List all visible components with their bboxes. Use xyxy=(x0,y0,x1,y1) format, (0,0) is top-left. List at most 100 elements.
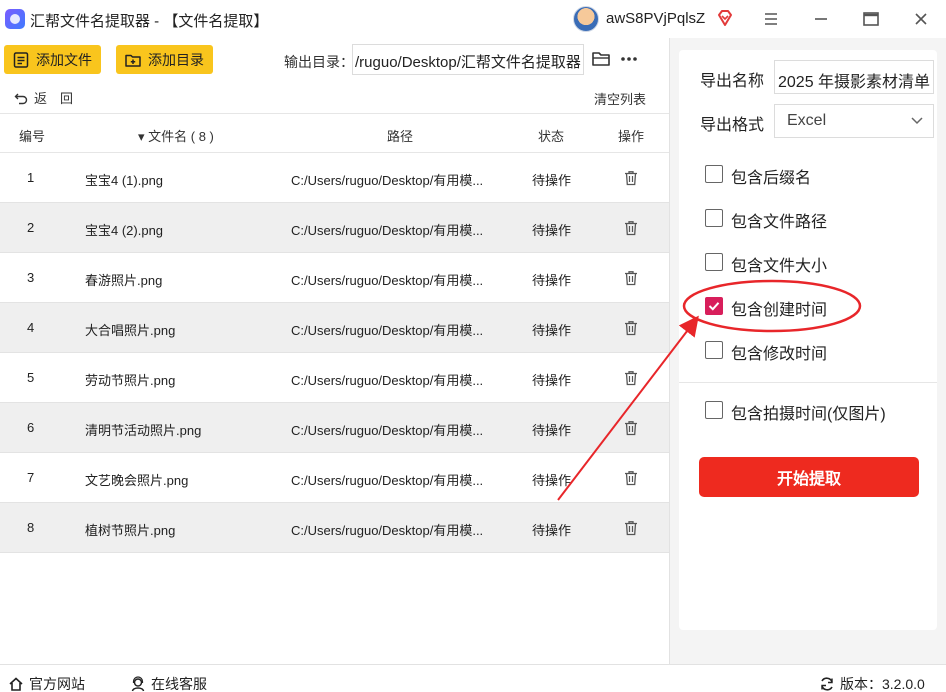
option-checkbox[interactable] xyxy=(705,297,723,315)
row-path: C:/Users/ruguo/Desktop/有用模... xyxy=(291,223,484,238)
title-bar: 汇帮文件名提取器 - 【文件名提取】 awS8PVjPqlsZ xyxy=(0,0,946,38)
row-filename: 宝宝4 (2).png xyxy=(85,223,164,238)
chevron-down-icon xyxy=(911,117,923,125)
back-label: 返 回 xyxy=(34,91,74,106)
row-index: 7 xyxy=(27,470,35,485)
folder-open-icon[interactable] xyxy=(591,50,611,68)
option-checkbox[interactable] xyxy=(705,341,723,359)
support-label: 在线客服 xyxy=(151,676,207,692)
clear-list-button[interactable]: 清空列表 xyxy=(594,89,646,108)
minimize-icon[interactable] xyxy=(808,6,834,32)
row-filename: 宝宝4 (1).png xyxy=(85,173,164,188)
row-index: 3 xyxy=(27,270,35,285)
table-row[interactable]: 7 文艺晚会照片.png C:/Users/ruguo/Desktop/有用模...… xyxy=(0,453,670,503)
header-filename[interactable]: ▾ 文件名 ( 8 ) xyxy=(138,126,214,145)
online-support-link[interactable]: 在线客服 xyxy=(130,674,207,692)
row-path: C:/Users/ruguo/Desktop/有用模... xyxy=(291,423,484,438)
table-row[interactable]: 5 劳动节照片.png C:/Users/ruguo/Desktop/有用模... 待… xyxy=(0,353,670,403)
table-row[interactable]: 3 春游照片.png C:/Users/ruguo/Desktop/有用模... 待操… xyxy=(0,253,670,303)
more-options-icon[interactable] xyxy=(620,52,638,66)
delete-icon[interactable] xyxy=(624,320,638,336)
header-action: 操作 xyxy=(618,129,645,144)
row-status: 待操作 xyxy=(532,323,572,338)
row-path: C:/Users/ruguo/Desktop/有用模... xyxy=(291,323,484,338)
file-list-icon xyxy=(13,51,29,68)
option-label[interactable]: 包含文件大小 xyxy=(731,252,827,276)
table-row[interactable]: 1 宝宝4 (1).png C:/Users/ruguo/Desktop/有用模..… xyxy=(0,153,670,203)
row-status: 待操作 xyxy=(532,473,572,488)
row-filename: 植树节照片.png xyxy=(85,523,176,538)
row-filename: 清明节活动照片.png xyxy=(85,423,202,438)
add-file-button[interactable]: 添加文件 xyxy=(4,45,101,74)
delete-icon[interactable] xyxy=(624,420,638,436)
table-row[interactable]: 6 清明节活动照片.png C:/Users/ruguo/Desktop/有用模..… xyxy=(0,403,670,453)
export-name-label: 导出名称 xyxy=(700,73,765,90)
table-row[interactable]: 4 大合唱照片.png C:/Users/ruguo/Desktop/有用模... 待… xyxy=(0,303,670,353)
add-directory-button[interactable]: 添加目录 xyxy=(116,45,213,74)
row-status: 待操作 xyxy=(532,373,572,388)
row-index: 5 xyxy=(27,370,35,385)
option-label[interactable]: 包含后缀名 xyxy=(731,164,811,188)
table-row[interactable]: 8 植树节照片.png C:/Users/ruguo/Desktop/有用模... 待… xyxy=(0,503,670,553)
row-status: 待操作 xyxy=(532,423,572,438)
row-index: 4 xyxy=(27,320,35,335)
menu-icon[interactable] xyxy=(758,6,784,32)
row-filename: 春游照片.png xyxy=(85,273,163,288)
row-filename: 劳动节照片.png xyxy=(85,373,176,388)
delete-icon[interactable] xyxy=(624,220,638,236)
row-status: 待操作 xyxy=(532,273,572,288)
add-directory-label: 添加目录 xyxy=(148,51,204,68)
delete-icon[interactable] xyxy=(624,470,638,486)
website-label: 官方网站 xyxy=(29,676,85,692)
table-row[interactable]: 2 宝宝4 (2).png C:/Users/ruguo/Desktop/有用模..… xyxy=(0,203,670,253)
maximize-icon[interactable] xyxy=(858,6,884,32)
option-checkbox[interactable] xyxy=(705,401,723,419)
version-info[interactable]: 版本：3.2.0.0 xyxy=(819,674,925,692)
row-status: 待操作 xyxy=(532,173,572,188)
header-index: 编号 xyxy=(19,129,46,144)
row-path: C:/Users/ruguo/Desktop/有用模... xyxy=(291,523,484,538)
output-directory-field[interactable]: /ruguo/Desktop/汇帮文件名提取器 xyxy=(352,44,584,75)
user-avatar[interactable] xyxy=(573,6,599,32)
option-label[interactable]: 包含修改时间 xyxy=(731,340,827,364)
window-title: 汇帮文件名提取器 - 【文件名提取】 xyxy=(30,13,269,30)
support-agent-icon xyxy=(131,676,145,692)
option-checkbox[interactable] xyxy=(705,209,723,227)
delete-icon[interactable] xyxy=(624,370,638,386)
refresh-icon xyxy=(821,677,833,691)
close-icon[interactable] xyxy=(908,6,934,32)
start-extract-button[interactable]: 开始提取 xyxy=(699,457,919,497)
row-status: 待操作 xyxy=(532,523,572,538)
add-file-label: 添加文件 xyxy=(36,51,92,68)
export-format-select[interactable]: Excel xyxy=(774,104,934,138)
row-filename: 大合唱照片.png xyxy=(85,323,176,338)
row-path: C:/Users/ruguo/Desktop/有用模... xyxy=(291,173,484,188)
export-format-label: 导出格式 xyxy=(700,117,765,134)
home-icon xyxy=(9,677,23,691)
user-name[interactable]: awS8PVjPqlsZ xyxy=(606,10,705,27)
option-label[interactable]: 包含拍摄时间(仅图片) xyxy=(731,400,886,424)
delete-icon[interactable] xyxy=(624,270,638,286)
row-path: C:/Users/ruguo/Desktop/有用模... xyxy=(291,373,484,388)
undo-arrow-icon xyxy=(14,93,28,104)
delete-icon[interactable] xyxy=(624,170,638,186)
options-divider xyxy=(679,382,937,383)
row-path: C:/Users/ruguo/Desktop/有用模... xyxy=(291,473,484,488)
option-checkbox[interactable] xyxy=(705,165,723,183)
option-label[interactable]: 包含创建时间 xyxy=(731,296,827,320)
status-bar: 官方网站 在线客服 版本：3.2.0.0 xyxy=(0,664,946,692)
vip-diamond-icon[interactable] xyxy=(716,9,734,27)
row-filename: 文艺晚会照片.png xyxy=(85,473,189,488)
export-name-input[interactable]: 2025 年摄影素材清单 xyxy=(774,60,934,94)
app-logo-icon xyxy=(5,9,25,29)
row-index: 1 xyxy=(27,170,35,185)
back-button[interactable]: 返 回 xyxy=(14,88,73,107)
delete-icon[interactable] xyxy=(624,520,638,536)
version-label: 版本：3.2.0.0 xyxy=(840,676,925,692)
file-table: 编号 ▾ 文件名 ( 8 ) 路径 状态 操作 1 宝宝4 (1).png C:/U… xyxy=(0,113,670,553)
official-website-link[interactable]: 官方网站 xyxy=(8,674,85,692)
option-checkbox[interactable] xyxy=(705,253,723,271)
table-header: 编号 ▾ 文件名 ( 8 ) 路径 状态 操作 xyxy=(0,113,670,153)
option-label[interactable]: 包含文件路径 xyxy=(731,208,827,232)
checkmark-icon xyxy=(708,302,720,311)
